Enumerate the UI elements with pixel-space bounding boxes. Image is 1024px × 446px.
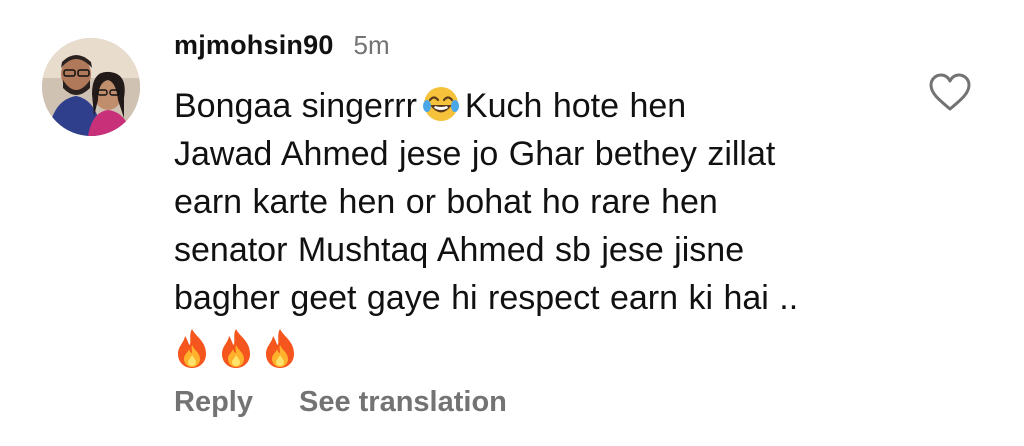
timestamp: 5m bbox=[353, 30, 390, 60]
see-translation-button[interactable]: See translation bbox=[299, 386, 507, 419]
avatar[interactable] bbox=[42, 38, 140, 136]
comment-text: Bongaa singerrr Kuch hote hen Jawad Ahme… bbox=[174, 82, 914, 322]
fire-icon bbox=[178, 329, 206, 368]
fire-icon bbox=[266, 329, 294, 368]
trailing-emojis bbox=[174, 324, 914, 372]
comment-text-part1: Bongaa singerrr bbox=[174, 87, 417, 125]
like-button[interactable] bbox=[928, 72, 972, 112]
avatar-photo bbox=[42, 38, 140, 136]
comment-meta: mjmohsin90 5m bbox=[174, 30, 914, 74]
comment-body: mjmohsin90 5m Bongaa singerrr Kuch hote … bbox=[174, 30, 914, 419]
fire-icon bbox=[222, 329, 250, 368]
username[interactable]: mjmohsin90 bbox=[174, 30, 334, 61]
heart-outline-icon bbox=[929, 73, 971, 111]
comment-actions: Reply See translation bbox=[174, 386, 914, 419]
reply-button[interactable]: Reply bbox=[174, 386, 253, 419]
comment-item: mjmohsin90 5m Bongaa singerrr Kuch hote … bbox=[0, 0, 1024, 446]
face-with-tears-of-joy-icon bbox=[422, 87, 459, 121]
